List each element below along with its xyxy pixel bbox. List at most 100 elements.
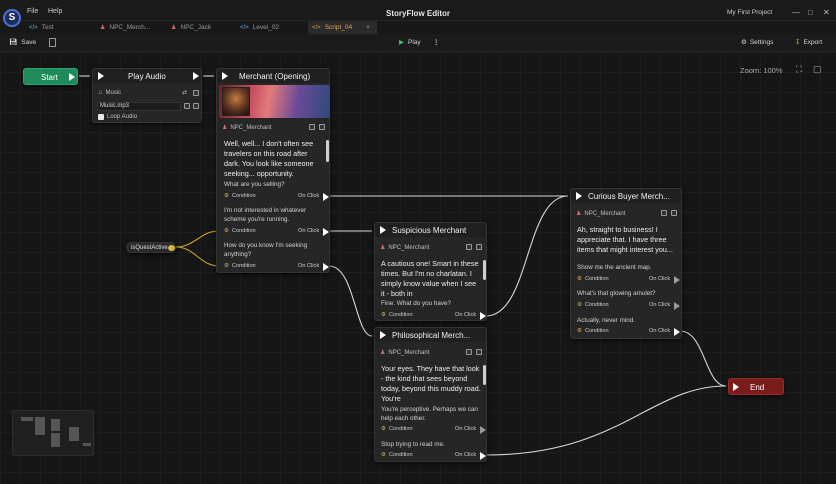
shuffle-icon[interactable]: ⇄ [182,89,187,96]
on-click-pin[interactable] [323,263,329,271]
minimap-node [51,419,60,431]
character-row: ♟ NPC_Merchant [576,210,625,217]
merchant-opening-node[interactable]: Merchant (Opening) ♟ NPC_Merchant Well, w… [216,68,330,273]
bool-out-pin[interactable] [168,245,175,251]
close-icon[interactable]: ✕ [823,8,830,17]
minimap[interactable] [12,410,94,456]
exec-in-pin[interactable] [222,72,228,80]
text-scrollbar[interactable] [483,365,486,385]
option-text: Show me the ancient map. [577,264,652,271]
exec-in-pin[interactable] [98,72,104,80]
loop-label: Loop Audio [107,114,138,120]
condition-pin[interactable]: ⚙ Condition [224,193,256,199]
copy-icon[interactable] [476,349,482,355]
condition-pin[interactable]: ⚙ Condition [577,302,609,308]
play-button[interactable]: ▶ Play [399,38,421,46]
condition-label: Condition [389,426,413,432]
edit-icon[interactable] [466,349,472,355]
character-label: NPC_Merchant [230,125,272,131]
loop-checkbox[interactable] [98,114,104,120]
more-options-icon[interactable]: ⋮ [433,38,440,46]
person-icon: ♟ [576,211,582,217]
on-click-pin[interactable] [323,193,329,201]
philosophical-merchant-node[interactable]: Philosophical Merch... ♟ NPC_Merchant You… [374,327,487,462]
document-icon[interactable] [49,38,56,47]
curious-buyer-node[interactable]: Curious Buyer Merch... ♟ NPC_Merchant Ah,… [570,188,682,339]
play-audio-node[interactable]: Play Audio ♫ Music ⇄ Music.mp3 Loop Audio [92,68,202,123]
edit-icon[interactable] [661,210,667,216]
edit-icon[interactable] [466,244,472,250]
maximize-icon[interactable]: □ [808,8,813,17]
on-click-pin[interactable] [480,426,486,434]
on-click-label: On Click [298,263,320,269]
on-click-pin[interactable] [674,328,680,336]
audio-link-icon[interactable] [193,90,199,96]
condition-label: Condition [585,328,609,334]
character-label: NPC_Merchant [388,350,430,356]
tab-npc-merchant[interactable]: ♟ NPC_Merch... [100,21,150,34]
tab-npc-jack[interactable]: ♟ NPC_Jack [171,21,211,34]
tab-test[interactable]: </> Test [29,21,54,34]
condition-pin[interactable]: ⚙ Condition [577,328,609,334]
exec-in-pin[interactable] [576,192,582,200]
on-click-label: On Click [455,452,477,458]
character-row: ♟ NPC_Merchant [380,244,429,251]
on-click-pin[interactable] [323,228,329,236]
node-title: Suspicious Merchant [392,226,467,235]
exec-out-pin[interactable] [69,73,75,81]
on-click-pin[interactable] [674,276,680,284]
end-node[interactable]: End [728,378,784,395]
key-icon: ⚙ [577,276,583,282]
on-click-pin[interactable] [480,452,486,460]
fullscreen-icon[interactable]: ▢ [813,64,822,75]
project-selector[interactable]: My First Project [727,9,772,16]
condition-pin[interactable]: ⚙ Condition [381,426,413,432]
node-title: Curious Buyer Merch... [588,192,670,201]
exec-in-pin[interactable] [380,226,386,234]
tab-level-02[interactable]: </> Level_02 [240,21,279,34]
condition-pin[interactable]: ⚙ Condition [224,228,256,234]
tab-close-icon[interactable]: × [366,24,370,31]
copy-icon[interactable] [671,210,677,216]
copy-icon[interactable] [319,124,325,130]
condition-pin[interactable]: ⚙ Condition [381,312,413,318]
dialogue-text: Ah, straight to business! I appreciate t… [577,225,673,254]
start-node[interactable]: Start [23,68,78,85]
condition-pin[interactable]: ⚙ Condition [224,263,256,269]
tab-label: Script_04 [324,24,353,31]
condition-pin[interactable]: ⚙ Condition [381,452,413,458]
is-quest-active-node[interactable]: isQuestActive [126,242,176,253]
on-click-pin[interactable] [674,302,680,310]
exec-in-pin[interactable] [380,331,386,339]
key-icon: ⚙ [224,263,230,269]
export-button[interactable]: ↧ Export [795,38,822,46]
save-label: Save [21,39,37,46]
clear-icon[interactable] [184,103,190,109]
key-icon: ⚙ [381,426,387,432]
condition-pin[interactable]: ⚙ Condition [577,276,609,282]
condition-label: Condition [389,312,413,318]
browse-icon[interactable] [193,103,199,109]
app-title: StoryFlow Editor [386,9,450,18]
suspicious-merchant-node[interactable]: Suspicious Merchant ♟ NPC_Merchant A caut… [374,222,487,321]
dialogue-text: Well, well... I don't often see traveler… [224,139,314,178]
exec-in-pin[interactable] [733,383,739,391]
character-label: NPC_Merchant [388,245,430,251]
edit-icon[interactable] [309,124,315,130]
copy-icon[interactable] [476,244,482,250]
settings-button[interactable]: ⚙ Settings [741,38,773,46]
save-button[interactable]: 💾︎ Save [9,38,36,46]
zoom-level: Zoom: 100% [740,66,783,75]
audio-file-field[interactable]: Music.mp3 [97,102,181,111]
tab-script-04[interactable]: </> Script_04 × [308,21,377,34]
minimize-icon[interactable]: — [792,8,800,17]
text-scrollbar[interactable] [326,140,329,162]
text-scrollbar[interactable] [483,260,486,280]
on-click-pin[interactable] [480,312,486,320]
tab-label: NPC_Jack [180,24,212,31]
condition-label: Condition [232,263,256,269]
fit-view-icon[interactable]: ⛶ [796,64,802,75]
node-header: Curious Buyer Merch... [571,189,681,203]
exec-out-pin[interactable] [193,72,199,80]
option-text: Actually, never mind. [577,317,635,324]
